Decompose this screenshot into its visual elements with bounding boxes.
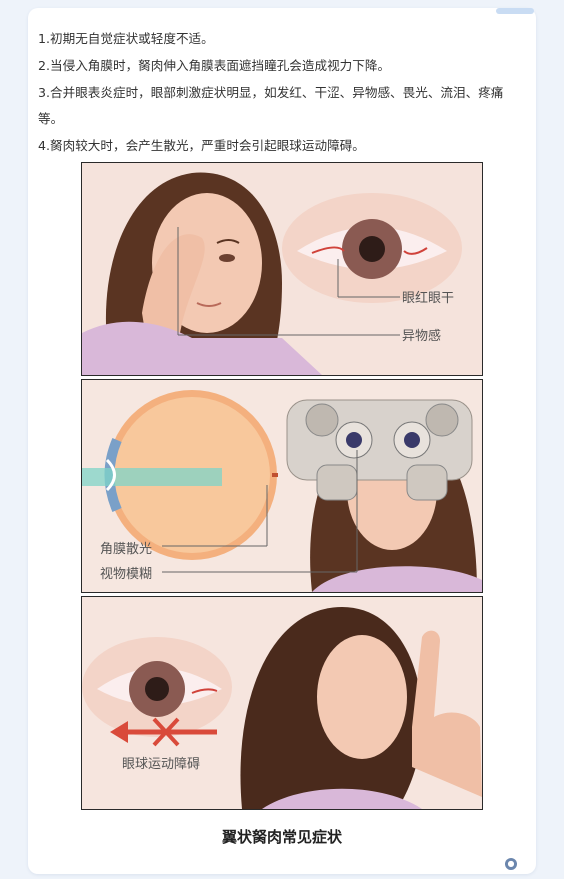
symptom-item-3: 3.合并眼表炎症时，眼部刺激症状明显，如发红、干涩、异物感、畏光、流泪、疼痛等。 [38, 85, 504, 126]
label-red-dry-eye: 眼红眼干 [402, 291, 455, 306]
corner-badge-icon[interactable]: ● [505, 858, 517, 870]
panel-blur: 角膜散光 视物模糊 [81, 379, 483, 593]
label-blurred-vision: 视物模糊 [100, 567, 153, 582]
symptom-list: 1.初期无自觉症状或轻度不适。 2.当侵入角膜时，胬肉伸入角膜表面遮挡瞳孔会造成… [38, 26, 526, 159]
label-eye-movement-disorder: 眼球运动障碍 [122, 757, 201, 772]
figure-caption: 翼状胬肉常见症状 [221, 828, 342, 846]
panel-blur-art [82, 380, 482, 592]
panel-red-eye: 眼红眼干 异物感 [81, 162, 483, 376]
panel-movement: 眼球运动障碍 [81, 596, 483, 810]
symptom-item-4: 4.胬肉较大时，会产生散光，严重时会引起眼球运动障碍。 [38, 138, 365, 153]
label-foreign-body: 异物感 [402, 329, 442, 344]
symptom-item-2: 2.当侵入角膜时，胬肉伸入角膜表面遮挡瞳孔会造成视力下降。 [38, 58, 391, 73]
label-astigmatism: 角膜散光 [100, 542, 153, 557]
symptom-illustration: 眼红眼干 异物感 角膜散光 视物模糊 眼球运动障碍 翼状胬肉常见症状 [81, 158, 483, 856]
symptom-item-1: 1.初期无自觉症状或轻度不适。 [38, 31, 214, 46]
panel-movement-art [82, 597, 482, 809]
card-corner-tab [496, 8, 534, 14]
